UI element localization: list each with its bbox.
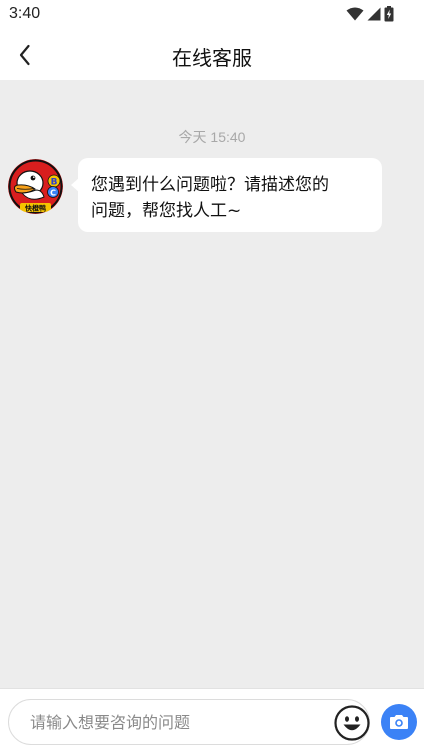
message-input-wrapper bbox=[8, 699, 370, 745]
avatar-letter-b: B bbox=[51, 178, 58, 188]
camera-icon bbox=[390, 715, 408, 729]
status-icons bbox=[346, 6, 394, 22]
status-time: 3:40 bbox=[9, 5, 41, 22]
agent-message-bubble[interactable]: 您遇到什么问题啦？请描述您的 问题，帮您找人工~ bbox=[78, 158, 382, 232]
duck-mascot-logo: B C 快橙鸭 bbox=[8, 159, 63, 214]
agent-avatar[interactable]: B C 快橙鸭 bbox=[8, 159, 63, 214]
avatar-letter-c: C bbox=[50, 188, 56, 197]
battery-charging-icon bbox=[384, 6, 394, 22]
message-line: 问题，帮您找人工~ bbox=[91, 201, 242, 221]
camera-button[interactable] bbox=[381, 704, 417, 740]
emoji-button[interactable] bbox=[334, 705, 370, 741]
emoji-icon bbox=[334, 705, 370, 741]
chat-area[interactable]: 今天 15:40 B C 快橙鸭 您遇到什么问题啦？请描述您的 问题，帮您找人工… bbox=[0, 80, 424, 688]
message-line: 您遇到什么问题啦？请描述您的 bbox=[91, 175, 329, 195]
page-title: 在线客服 bbox=[172, 46, 252, 70]
composer-bar bbox=[0, 688, 424, 754]
wifi-icon bbox=[346, 7, 364, 21]
status-bar: 3:40 bbox=[0, 0, 424, 30]
message-timestamp: 今天 15:40 bbox=[178, 129, 246, 145]
app-bar: 在线客服 bbox=[0, 30, 424, 80]
avatar-brand-text: 快橙鸭 bbox=[25, 204, 46, 213]
cell-signal-icon bbox=[367, 7, 381, 21]
message-input[interactable] bbox=[30, 700, 320, 744]
